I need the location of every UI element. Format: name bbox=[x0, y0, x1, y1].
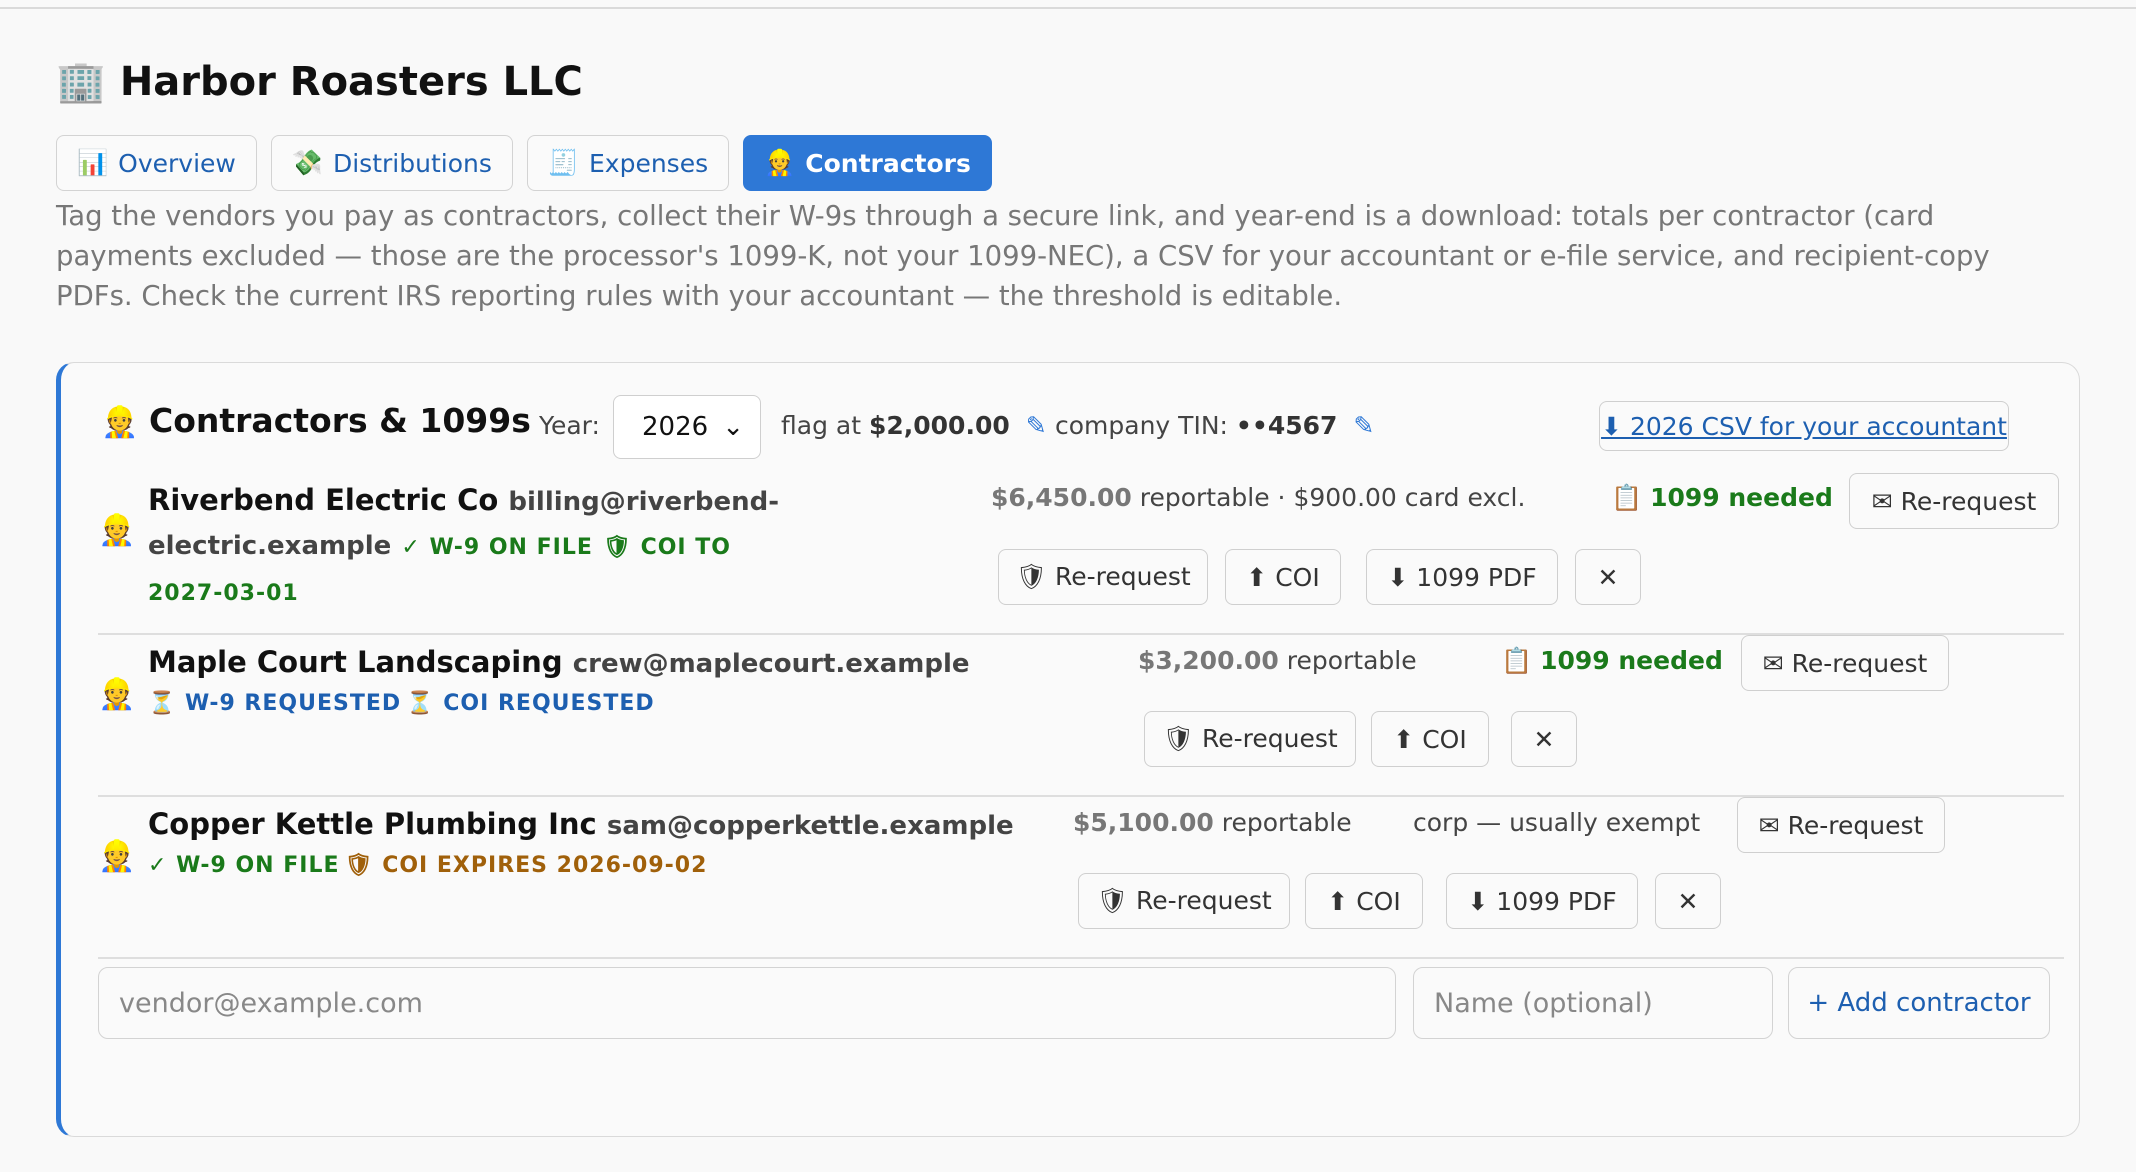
needed-badge: 📋 1099 needed bbox=[1501, 646, 1723, 676]
building-icon: 🏢 bbox=[56, 59, 106, 105]
amount-summary: $3,200.00 reportable bbox=[1138, 646, 1417, 675]
contractor-info: Maple Court Landscaping crew@maplecourt.… bbox=[148, 641, 998, 685]
contractor-row: 👷 Copper Kettle Plumbing Inc sam@copperk… bbox=[98, 797, 2064, 959]
tab-contractors[interactable]: 👷 Contractors bbox=[743, 135, 992, 191]
top-divider bbox=[0, 7, 2136, 9]
edit-threshold-icon[interactable]: ✎ bbox=[1026, 411, 1047, 440]
tab-bar: 📊 Overview 💸 Distributions 🧾 Expenses 👷 Cont… bbox=[56, 135, 992, 191]
download-csv-button[interactable]: ⬇ 2026 CSV for your accountant bbox=[1599, 401, 2009, 451]
tab-label: Expenses bbox=[589, 148, 709, 178]
page-title-text: Harbor Roasters LLC bbox=[119, 59, 583, 105]
tab-expenses[interactable]: 🧾 Expenses bbox=[526, 135, 730, 191]
money-icon: 💸 bbox=[291, 148, 323, 177]
coi-status: ⏳ COI REQUESTED bbox=[406, 691, 655, 716]
contractor-row: 👷 Maple Court Landscaping crew@maplecour… bbox=[98, 635, 2064, 797]
rerequest-w9-button[interactable]: ✉ Re-request bbox=[1741, 635, 1949, 691]
w9-status: ⏳ W-9 REQUESTED bbox=[148, 691, 402, 716]
clipboard-icon: 📋 bbox=[1611, 483, 1643, 512]
contractor-status: ✓ W-9 ON FILE 🛡 COI EXPIRES 2026-09-02 bbox=[148, 845, 707, 887]
tin-value: ••4567 bbox=[1235, 411, 1338, 440]
card-excluded-note: · $900.00 card excl. bbox=[1277, 483, 1526, 512]
tab-label: Distributions bbox=[332, 148, 492, 178]
contractor-email: crew@maplecourt.example bbox=[572, 649, 970, 679]
contractor-info: Riverbend Electric Co billing@riverbend-… bbox=[148, 479, 808, 615]
coi-status: 🛡 COI EXPIRES 2026-09-02 bbox=[344, 853, 708, 878]
intro-text: Tag the vendors you pay as contractors, … bbox=[56, 200, 1990, 312]
needed-badge: 📋 1099 needed bbox=[1611, 483, 1833, 513]
upload-coi-button[interactable]: ⬆ COI bbox=[1225, 549, 1341, 605]
download-1099-pdf-button[interactable]: ⬇ 1099 PDF bbox=[1446, 873, 1638, 929]
contractor-name: Copper Kettle Plumbing Inc bbox=[148, 807, 597, 841]
upload-coi-button[interactable]: ⬆ COI bbox=[1371, 711, 1489, 767]
amount-summary: $6,450.00 reportable · $900.00 card excl… bbox=[991, 483, 1525, 512]
flag-label: flag at bbox=[781, 411, 862, 440]
flag-threshold: flag at $2,000.00 ✎ bbox=[781, 411, 1047, 440]
tab-overview[interactable]: 📊 Overview bbox=[56, 135, 257, 191]
needed-label: 1099 needed bbox=[1540, 646, 1723, 675]
contractor-info: Copper Kettle Plumbing Inc sam@copperket… bbox=[148, 803, 1028, 847]
worker-icon: 👷 bbox=[101, 405, 139, 440]
worker-icon: 👷 bbox=[98, 677, 136, 712]
contractor-email: sam@copperkettle.example bbox=[606, 811, 1014, 841]
worker-icon: 👷 bbox=[98, 839, 136, 874]
vendor-email-input[interactable]: vendor@example.com bbox=[98, 967, 1396, 1039]
rerequest-w9-button[interactable]: ✉ Re-request bbox=[1849, 473, 2059, 529]
page-title: 🏢 Harbor Roasters LLC bbox=[56, 58, 583, 105]
w9-status: ✓ W-9 ON FILE bbox=[148, 853, 340, 878]
worker-icon: 👷 bbox=[98, 513, 136, 548]
contractor-name: Riverbend Electric Co bbox=[148, 483, 499, 517]
contractor-row: 👷 Riverbend Electric Co billing@riverben… bbox=[98, 473, 2064, 635]
reportable-label: reportable bbox=[1221, 808, 1352, 837]
tab-label: Overview bbox=[118, 148, 236, 178]
tab-distributions[interactable]: 💸 Distributions bbox=[270, 135, 513, 191]
reportable-amount: $3,200.00 bbox=[1138, 646, 1279, 675]
contractor-status: ⏳ W-9 REQUESTED ⏳ COI REQUESTED bbox=[148, 683, 655, 725]
download-1099-pdf-button[interactable]: ⬇ 1099 PDF bbox=[1366, 549, 1558, 605]
amount-summary: $5,100.00 reportable bbox=[1073, 808, 1352, 837]
tin-label: company TIN: bbox=[1055, 411, 1228, 440]
rerequest-coi-button[interactable]: 🛡 Re-request bbox=[998, 549, 1208, 605]
upload-coi-button[interactable]: ⬆ COI bbox=[1305, 873, 1423, 929]
add-contractor-button[interactable]: + Add contractor bbox=[1788, 967, 2050, 1039]
rerequest-coi-button[interactable]: 🛡 Re-request bbox=[1078, 873, 1290, 929]
needed-label: 1099 needed bbox=[1650, 483, 1833, 512]
worker-icon: 👷 bbox=[764, 148, 796, 177]
reportable-amount: $5,100.00 bbox=[1073, 808, 1214, 837]
chevron-down-icon: ⌄ bbox=[722, 412, 744, 442]
tab-label: Contractors bbox=[805, 148, 971, 178]
contractors-panel: 👷 Contractors & 1099s Year: 2026 ⌄ flag … bbox=[56, 362, 2080, 1137]
company-tin: company TIN: ••4567 ✎ bbox=[1055, 411, 1374, 440]
reportable-amount: $6,450.00 bbox=[991, 483, 1132, 512]
remove-contractor-button[interactable]: ✕ bbox=[1575, 549, 1641, 605]
w9-status: ✓ W-9 ON FILE bbox=[401, 535, 593, 560]
remove-contractor-button[interactable]: ✕ bbox=[1655, 873, 1721, 929]
reportable-label: reportable bbox=[1286, 646, 1417, 675]
year-select[interactable]: 2026 ⌄ bbox=[613, 395, 761, 459]
panel-title: Contractors & 1099s bbox=[149, 401, 531, 440]
reportable-label: reportable bbox=[1139, 483, 1270, 512]
edit-tin-icon[interactable]: ✎ bbox=[1353, 411, 1374, 440]
contractor-name: Maple Court Landscaping bbox=[148, 645, 563, 679]
receipt-icon: 🧾 bbox=[547, 148, 579, 177]
vendor-name-input[interactable]: Name (optional) bbox=[1413, 967, 1773, 1039]
year-label: Year: bbox=[539, 411, 600, 440]
remove-contractor-button[interactable]: ✕ bbox=[1511, 711, 1577, 767]
exempt-note: corp — usually exempt bbox=[1413, 808, 1701, 837]
year-value: 2026 bbox=[642, 412, 709, 442]
clipboard-icon: 📋 bbox=[1501, 646, 1533, 675]
chart-icon: 📊 bbox=[77, 148, 109, 177]
flag-value: $2,000.00 bbox=[868, 411, 1010, 440]
rerequest-coi-button[interactable]: 🛡 Re-request bbox=[1144, 711, 1356, 767]
rerequest-w9-button[interactable]: ✉ Re-request bbox=[1737, 797, 1945, 853]
